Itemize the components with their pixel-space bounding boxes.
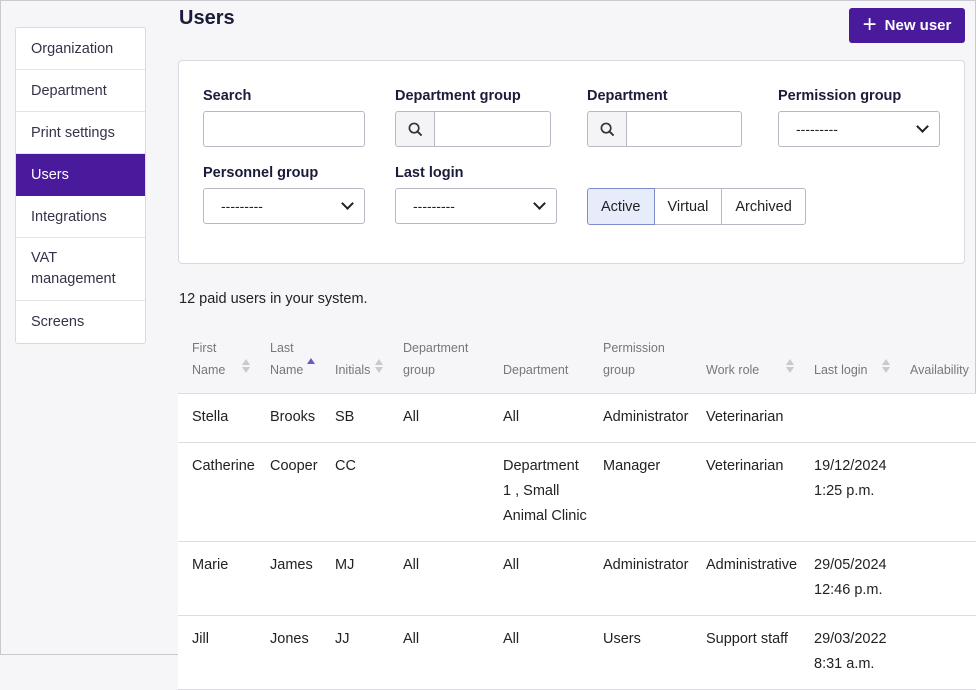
cell-last-name: James [256, 541, 321, 616]
cell-last-login: 19/12/2024 1:25 p.m. [800, 442, 896, 542]
column-last-name[interactable]: Last Name [256, 331, 321, 394]
table-row[interactable]: Marie James MJ All All Administrator Adm… [178, 541, 976, 616]
status-filter: Active Virtual Archived [587, 188, 806, 225]
cell-department-group: All [389, 615, 489, 690]
sidebar-item-integrations[interactable]: Integrations [16, 196, 145, 238]
permission-group-select[interactable]: --------- [778, 111, 940, 147]
search-label: Search [203, 88, 252, 104]
cell-availability [896, 615, 976, 690]
cell-last-login [800, 393, 896, 443]
column-department: Department [489, 331, 589, 394]
table-header-row: First Name Last Name Initials Department gr… [178, 331, 976, 394]
sort-icon [786, 358, 794, 373]
cell-first-name: Marie [178, 541, 256, 616]
cell-availability [896, 541, 976, 616]
last-login-label: Last login [395, 165, 464, 181]
table-row[interactable]: Stella Brooks SB All All Administrator V… [178, 393, 976, 443]
sort-icon [375, 358, 383, 373]
table-row[interactable]: Jill Jones JJ All All Users Support staf… [178, 615, 976, 690]
sidebar-item-organization[interactable]: Organization [16, 28, 145, 70]
sidebar-item-screens[interactable]: Screens [16, 301, 145, 343]
sort-ascending-icon [307, 357, 315, 364]
status-tab-archived[interactable]: Archived [721, 188, 806, 225]
column-last-login[interactable]: Last login [800, 331, 896, 394]
sort-icon [242, 358, 250, 373]
cell-first-name: Jill [178, 615, 256, 690]
cell-permission-group: Administrator [589, 541, 692, 616]
cell-last-login: 29/05/2024 12:46 p.m. [800, 541, 896, 616]
cell-department: All [489, 541, 589, 616]
personnel-group-label: Personnel group [203, 165, 319, 181]
cell-initials: JJ [321, 615, 389, 690]
cell-permission-group: Users [589, 615, 692, 690]
chevron-down-icon [916, 120, 929, 133]
status-tab-virtual[interactable]: Virtual [653, 188, 723, 225]
sort-icon [882, 358, 890, 373]
sidebar-item-vat-management[interactable]: VAT management [16, 238, 145, 301]
new-user-label: New user [884, 17, 952, 34]
cell-last-name: Jones [256, 615, 321, 690]
last-login-select[interactable]: --------- [395, 188, 557, 224]
department-label: Department [587, 88, 668, 104]
cell-department-group: All [389, 393, 489, 443]
search-input[interactable] [203, 111, 365, 147]
users-table: First Name Last Name Initials Department gr… [178, 331, 976, 690]
department-search [587, 111, 742, 147]
settings-sidebar: Organization Department Print settings U… [15, 27, 146, 344]
cell-department: All [489, 393, 589, 443]
chevron-down-icon [533, 197, 546, 210]
permission-group-value: --------- [796, 121, 838, 137]
cell-work-role: Veterinarian [692, 393, 800, 443]
cell-work-role: Administrative [692, 541, 800, 616]
new-user-button[interactable]: + New user [849, 8, 965, 43]
cell-initials: CC [321, 442, 389, 542]
cell-work-role: Support staff [692, 615, 800, 690]
page-title: Users [179, 7, 235, 29]
cell-department: Department 1 , Small Animal Clinic [489, 442, 589, 542]
search-icon [395, 111, 435, 147]
cell-availability [896, 393, 976, 443]
cell-last-login: 29/03/2022 8:31 a.m. [800, 615, 896, 690]
department-input[interactable] [627, 111, 742, 147]
search-icon [587, 111, 627, 147]
paid-users-summary: 12 paid users in your system. [179, 291, 368, 307]
filter-panel: Search Department group Department Permi… [178, 60, 965, 264]
chevron-down-icon [341, 197, 354, 210]
column-availability: Availability [896, 331, 976, 394]
cell-department-group: All [389, 541, 489, 616]
column-work-role[interactable]: Work role [692, 331, 800, 394]
department-group-label: Department group [395, 88, 521, 104]
column-permission-group: Permission group [589, 331, 692, 394]
column-first-name[interactable]: First Name [178, 331, 256, 394]
plus-icon: + [862, 10, 877, 38]
permission-group-label: Permission group [778, 88, 902, 104]
cell-department: All [489, 615, 589, 690]
cell-last-name: Cooper [256, 442, 321, 542]
cell-department-group [389, 442, 489, 542]
personnel-group-value: --------- [221, 198, 263, 214]
cell-permission-group: Administrator [589, 393, 692, 443]
department-group-search [395, 111, 551, 147]
sidebar-item-department[interactable]: Department [16, 70, 145, 112]
column-initials[interactable]: Initials [321, 331, 389, 394]
cell-last-name: Brooks [256, 393, 321, 443]
cell-initials: MJ [321, 541, 389, 616]
cell-work-role: Veterinarian [692, 442, 800, 542]
sidebar-item-print-settings[interactable]: Print settings [16, 112, 145, 154]
last-login-value: --------- [413, 198, 455, 214]
table-row[interactable]: Catherine Cooper CC Department 1 , Small… [178, 442, 976, 542]
cell-availability [896, 442, 976, 542]
column-department-group: Department group [389, 331, 489, 394]
cell-permission-group: Manager [589, 442, 692, 542]
sidebar-item-users[interactable]: Users [16, 154, 145, 196]
cell-first-name: Stella [178, 393, 256, 443]
cell-first-name: Catherine [178, 442, 256, 542]
department-group-input[interactable] [435, 111, 551, 147]
status-tab-active[interactable]: Active [587, 188, 655, 225]
personnel-group-select[interactable]: --------- [203, 188, 365, 224]
cell-initials: SB [321, 393, 389, 443]
